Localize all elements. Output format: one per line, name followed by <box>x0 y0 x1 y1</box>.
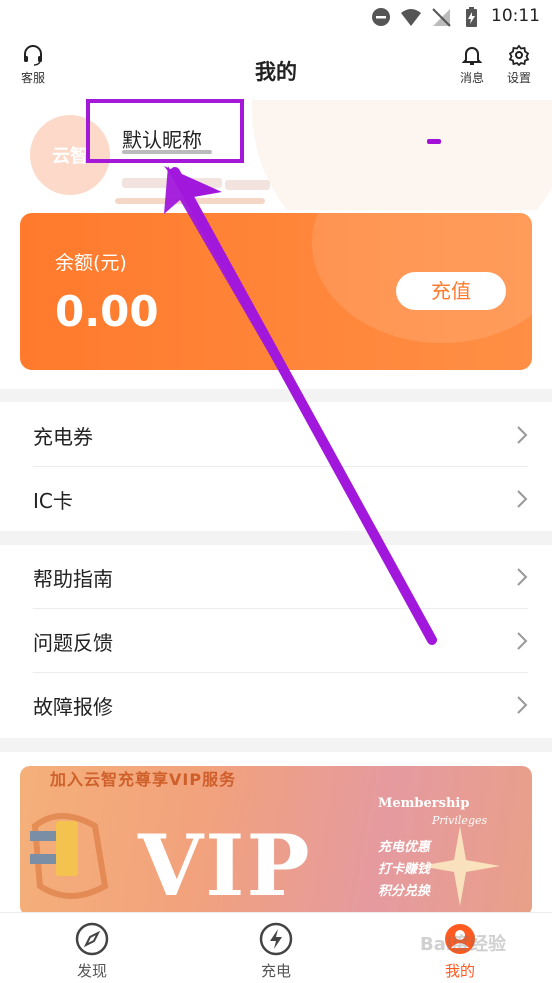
chevron-right-icon <box>517 426 528 444</box>
menu-item-label: 故障报修 <box>33 695 113 719</box>
tab-charge[interactable]: 充电 <box>236 921 316 981</box>
status-bar: 10:11 <box>0 0 552 36</box>
do-not-disturb-icon <box>372 8 390 26</box>
settings-button[interactable]: 设置 <box>494 44 544 86</box>
status-icons <box>370 6 482 28</box>
menu-item-coupons[interactable]: 充电券 <box>0 403 552 467</box>
tab-label: 充电 <box>260 962 291 980</box>
section-divider <box>0 389 552 402</box>
gear-icon <box>508 44 530 66</box>
balance-card: 余额(元) 0.00 充值 <box>20 213 532 370</box>
vip-membership-text: Membership <box>378 796 470 811</box>
settings-label: 设置 <box>506 71 531 85</box>
chevron-right-icon <box>517 696 528 714</box>
annotation-mark <box>427 139 441 144</box>
battery-charging-icon <box>466 7 477 27</box>
menu-item-label: 问题反馈 <box>33 631 113 655</box>
sparkle-icon <box>420 826 500 906</box>
vip-privileges-text: Privileges <box>432 814 488 827</box>
vip-feature: 积分兑换 <box>378 884 431 899</box>
wifi-icon <box>401 9 421 26</box>
menu-item-help-guide[interactable]: 帮助指南 <box>0 545 552 609</box>
vip-headline: 加入云智充尊享VIP服务 <box>50 770 237 789</box>
blurred-text <box>115 198 265 204</box>
vip-feature: 充电优惠 <box>378 840 431 855</box>
vip-big-text: VIP <box>138 816 312 915</box>
menu-item-label: 帮助指南 <box>33 567 113 591</box>
messages-label: 消息 <box>459 71 484 85</box>
avatar-logo-text: 云智 <box>52 146 88 167</box>
recharge-button[interactable]: 充值 <box>396 272 506 310</box>
menu-item-label: IC卡 <box>33 489 73 513</box>
menu-item-label: 充电券 <box>33 425 93 449</box>
balance-label: 余额(元) <box>55 252 127 274</box>
tab-label: 我的 <box>444 962 475 980</box>
plug-icon <box>30 813 109 899</box>
header: 客服 我的 消息 设置 <box>0 36 552 100</box>
tab-label: 发现 <box>76 962 107 980</box>
status-time: 10:11 <box>491 6 540 26</box>
balance-value: 0.00 <box>55 287 159 336</box>
messages-button[interactable]: 消息 <box>447 44 497 86</box>
no-signal-icon <box>432 8 451 27</box>
annotation-highlight-box <box>86 99 244 163</box>
bell-icon <box>461 47 483 65</box>
blurred-text <box>225 180 270 190</box>
chevron-right-icon <box>517 568 528 586</box>
section-divider <box>0 738 552 752</box>
lightning-icon <box>259 922 293 956</box>
menu-item-fault-report[interactable]: 故障报修 <box>0 673 552 737</box>
tab-discover[interactable]: 发现 <box>52 921 132 981</box>
vip-feature: 打卡赚钱 <box>378 862 431 877</box>
watermark: Bai度经验 <box>420 934 507 955</box>
vip-banner[interactable]: 加入云智充尊享VIP服务 VIP Membership Privileges 充… <box>20 766 532 916</box>
menu-item-ic-card[interactable]: IC卡 <box>0 467 552 531</box>
chevron-right-icon <box>517 490 528 508</box>
menu-item-feedback[interactable]: 问题反馈 <box>0 609 552 673</box>
blurred-text <box>122 178 222 188</box>
compass-icon <box>75 922 109 956</box>
section-divider <box>0 531 552 545</box>
chevron-right-icon <box>517 632 528 650</box>
